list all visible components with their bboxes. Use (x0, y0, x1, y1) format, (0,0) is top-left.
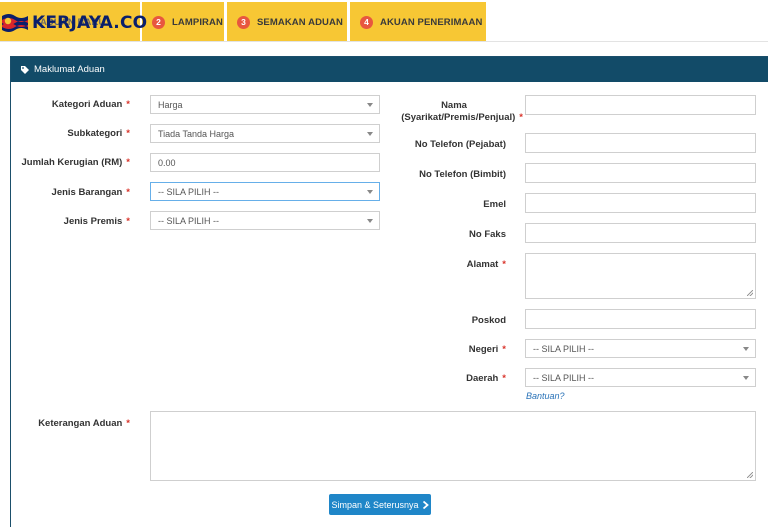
faks-input[interactable] (525, 223, 756, 243)
required-mark: * (126, 216, 130, 227)
subkategori-label: Subkategori * (20, 128, 130, 140)
emel-input[interactable] (525, 193, 756, 213)
kategori-select[interactable]: Harga (150, 95, 380, 114)
required-mark: * (126, 99, 130, 110)
poskod-input[interactable] (525, 309, 756, 329)
label-text: Poskod (471, 315, 506, 326)
simpan-seterusnya-button[interactable]: Simpan & Seterusnya (329, 494, 431, 515)
tel-pejabat-input[interactable] (525, 133, 756, 153)
label-text: Subkategori (67, 128, 123, 139)
nama-label-line1: Nama (380, 100, 506, 112)
kerjaya-logo: KERJAYA.CO (0, 8, 147, 38)
barangan-label: Jenis Barangan * (20, 187, 130, 199)
required-mark: * (502, 344, 506, 355)
tag-icon (21, 65, 29, 74)
tab-semakan-aduan[interactable]: 3 SEMAKAN ADUAN (227, 2, 347, 42)
select-value: -- SILA PILIH -- (533, 343, 595, 354)
label-text: No Faks (469, 229, 506, 240)
label-text: Jenis Premis (63, 216, 123, 227)
alamat-label: Alamat * (380, 259, 506, 271)
step-number: 4 (360, 15, 373, 29)
panel-title: Maklumat Aduan (34, 64, 105, 75)
label-text: Kategori Aduan (51, 99, 123, 110)
required-mark: * (126, 187, 130, 198)
tab-label: AKUAN PENERIMAAN (380, 16, 483, 28)
resize-handle-icon[interactable] (747, 472, 753, 478)
alamat-textarea[interactable] (525, 253, 756, 299)
required-mark: * (126, 157, 130, 168)
tab-lampiran[interactable]: 2 LAMPIRAN (142, 2, 224, 42)
chevron-right-icon (422, 500, 429, 509)
required-mark: * (502, 373, 506, 384)
tel-bimbit-input[interactable] (525, 163, 756, 183)
negeri-select[interactable]: -- SILA PILIH -- (525, 339, 756, 358)
kategori-label: Kategori Aduan * (20, 99, 130, 111)
label-text: Emel (483, 199, 506, 210)
barangan-select[interactable]: -- SILA PILIH -- (150, 182, 380, 201)
daerah-select[interactable]: -- SILA PILIH -- (525, 368, 756, 387)
nama-label-line2: (Syarikat/Premis/Penjual) * (388, 112, 523, 124)
step-number: 3 (237, 15, 250, 29)
label-text: No Telefon (Pejabat) (414, 139, 506, 150)
tab-label: SEMAKAN ADUAN (257, 16, 343, 28)
button-label: Simpan & Seterusnya (331, 499, 419, 510)
required-mark: * (519, 112, 523, 123)
emel-label: Emel (380, 199, 506, 211)
resize-handle-icon[interactable] (747, 290, 753, 296)
label-text: Jumlah Kerugian (RM) (21, 157, 123, 168)
label-text: Negeri (468, 344, 499, 355)
poskod-label: Poskod (380, 315, 506, 327)
keterangan-textarea[interactable] (150, 411, 756, 481)
negeri-label: Negeri * (380, 344, 506, 356)
label-text: (Syarikat/Premis/Penjual) (401, 112, 516, 123)
nama-input[interactable] (525, 95, 756, 115)
keterangan-label: Keterangan Aduan * (20, 418, 130, 430)
kerugian-input[interactable]: 0.00 (150, 153, 380, 172)
label-text: Jenis Barangan (51, 187, 123, 198)
label-text: No Telefon (Bimbit) (419, 169, 506, 180)
kerugian-label: Jumlah Kerugian (RM) * (14, 157, 130, 169)
label-text: Nama (441, 100, 467, 111)
panel-header: Maklumat Aduan (11, 57, 768, 82)
label-text: Keterangan Aduan (38, 418, 123, 429)
required-mark: * (126, 128, 130, 139)
logo-text: KERJAYA.CO (32, 13, 148, 33)
subkategori-select[interactable]: Tiada Tanda Harga (150, 124, 380, 143)
divider (0, 41, 768, 42)
select-value: -- SILA PILIH -- (533, 372, 595, 383)
input-value: 0.00 (158, 157, 176, 168)
faks-label: No Faks (380, 229, 506, 241)
label-text: Daerah (466, 373, 499, 384)
select-value: -- SILA PILIH -- (158, 215, 220, 226)
daerah-label: Daerah * (380, 373, 506, 385)
select-value: -- SILA PILIH -- (158, 186, 220, 197)
tel-bimbit-label: No Telefon (Bimbit) (380, 169, 506, 181)
step-number: 2 (152, 15, 165, 29)
required-mark: * (126, 418, 130, 429)
required-mark: * (502, 259, 506, 270)
flag-icon (2, 14, 28, 32)
select-value: Harga (158, 99, 183, 110)
tel-pejabat-label: No Telefon (Pejabat) (380, 139, 506, 151)
tab-akuan-penerimaan[interactable]: 4 AKUAN PENERIMAAN (350, 2, 486, 42)
premis-select[interactable]: -- SILA PILIH -- (150, 211, 380, 230)
tab-label: LAMPIRAN (172, 16, 223, 28)
bantuan-link[interactable]: Bantuan? (526, 391, 565, 401)
label-text: Alamat (466, 259, 499, 270)
premis-label: Jenis Premis * (20, 216, 130, 228)
select-value: Tiada Tanda Harga (158, 128, 235, 139)
